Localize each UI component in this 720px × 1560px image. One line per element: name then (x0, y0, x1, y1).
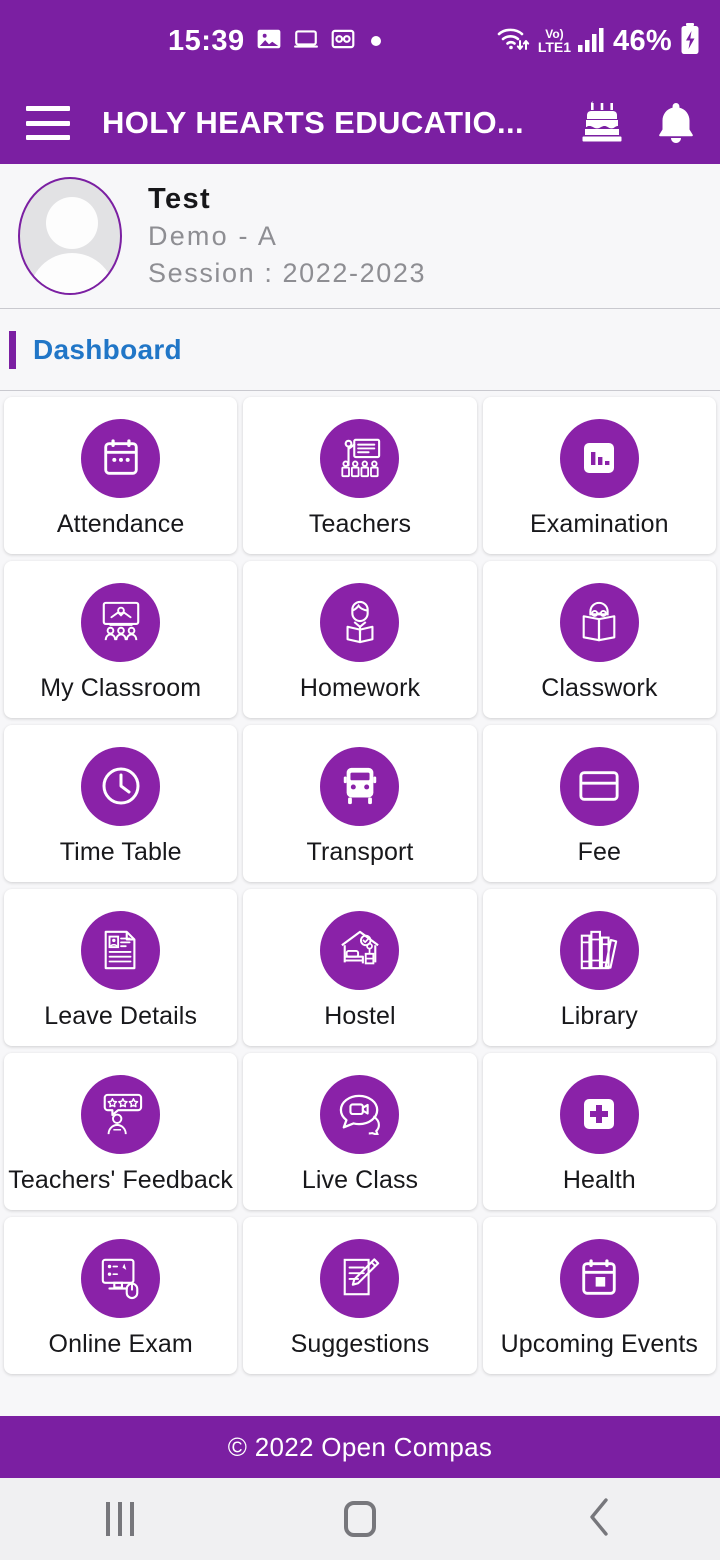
tile-label: Upcoming Events (500, 1329, 699, 1358)
profile-class: Demo - A (148, 221, 279, 252)
footer: © 2022 Open Compas (0, 1416, 720, 1478)
page-title: Dashboard (33, 333, 182, 365)
tile-examination[interactable]: Examination (482, 397, 716, 554)
tile-my-classroom[interactable]: My Classroom (4, 561, 238, 718)
tile-time-table[interactable]: Time Table (4, 725, 238, 882)
status-bar-right: Vo) LTE1 46% (496, 22, 702, 61)
tile-label: Examination (529, 509, 669, 538)
status-bar-left: 15:39 (168, 26, 381, 57)
volte-icon: Vo) LTE1 (538, 28, 571, 54)
tile-label: Classwork (541, 673, 658, 702)
status-time: 15:39 (168, 24, 245, 57)
android-nav-bar (0, 1478, 720, 1560)
back-button[interactable] (545, 1488, 655, 1550)
video-chat-icon (320, 1074, 400, 1154)
tile-label: My Classroom (40, 673, 202, 702)
computer-mouse-icon (81, 1238, 161, 1318)
tile-live-class[interactable]: Live Class (243, 1053, 477, 1210)
hamburger-menu-icon[interactable] (26, 106, 70, 140)
tile-label: Transport (306, 837, 414, 866)
tile-teachers-feedback[interactable]: Teachers' Feedback (4, 1053, 238, 1210)
tile-homework[interactable]: Homework (243, 561, 477, 718)
dashboard-grid: Attendance Teachers Examination My Class… (0, 391, 720, 1416)
profile-name: Test (148, 182, 212, 215)
voicemail-icon (330, 26, 356, 57)
app-root: 15:39 Vo) LTE1 46% HOLY HEARTS EDUCATIO.… (0, 0, 720, 1560)
hostel-bed-icon (320, 910, 400, 990)
battery-charging-icon (678, 22, 702, 61)
app-title: HOLY HEARTS EDUCATIO... (102, 105, 525, 140)
classroom-icon (81, 582, 161, 662)
status-bar: 15:39 Vo) LTE1 46% (0, 0, 720, 82)
tile-label: Live Class (301, 1165, 419, 1194)
tile-teachers[interactable]: Teachers (243, 397, 477, 554)
tile-label: Teachers (308, 509, 412, 538)
default-user-avatar (18, 177, 122, 295)
tile-label: Time Table (59, 837, 182, 866)
avatar-head (46, 197, 98, 249)
app-bar: HOLY HEARTS EDUCATIO... (0, 82, 720, 164)
document-id-icon (81, 910, 161, 990)
tile-label: Health (562, 1165, 636, 1194)
image-icon (256, 26, 282, 57)
hamburger-line (26, 120, 70, 126)
bus-icon (320, 746, 400, 826)
notification-bell-icon[interactable] (652, 99, 700, 147)
tile-health[interactable]: Health (482, 1053, 716, 1210)
hamburger-line (26, 106, 70, 111)
recents-button[interactable] (65, 1488, 175, 1550)
clock-icon (81, 746, 161, 826)
volte-bottom-label: LTE1 (537, 39, 572, 55)
notepad-pencil-icon (320, 1238, 400, 1318)
home-button[interactable] (305, 1488, 415, 1550)
tile-suggestions[interactable]: Suggestions (243, 1217, 477, 1374)
dot-indicator-icon (370, 36, 381, 46)
profile-section[interactable]: Test Demo - A Session : 2022-2023 (0, 164, 720, 309)
signal-bars-icon (577, 25, 607, 58)
dashboard-header: Dashboard (0, 309, 720, 391)
app-bar-actions (578, 99, 700, 147)
calendar-icon (81, 418, 161, 498)
copyright-text: © 2022 Open Compas (227, 1431, 493, 1462)
medical-cross-icon (559, 1074, 639, 1154)
birthday-cake-icon[interactable] (578, 99, 626, 147)
tile-label: Hostel (324, 1001, 396, 1030)
tile-transport[interactable]: Transport (243, 725, 477, 882)
profile-info: Test Demo - A Session : 2022-2023 (148, 181, 426, 292)
profile-session: Session : 2022-2023 (148, 257, 427, 288)
tile-label: Attendance (56, 509, 185, 538)
bar-chart-icon (559, 418, 639, 498)
tile-label: Suggestions (290, 1329, 430, 1358)
credit-card-icon (559, 746, 639, 826)
tile-label: Library (560, 1001, 638, 1030)
teacher-board-icon (320, 418, 400, 498)
tile-online-exam[interactable]: Online Exam (4, 1217, 238, 1374)
hamburger-line (26, 135, 70, 140)
battery-percent: 46% (613, 24, 672, 57)
tile-classwork[interactable]: Classwork (482, 561, 716, 718)
star-feedback-icon (81, 1074, 161, 1154)
tile-label: Online Exam (48, 1329, 193, 1358)
tile-attendance[interactable]: Attendance (4, 397, 238, 554)
tile-leave-details[interactable]: Leave Details (4, 889, 238, 1046)
tile-label: Leave Details (44, 1001, 198, 1030)
student-reading-icon (320, 582, 400, 662)
avatar-body (29, 253, 115, 293)
tile-label: Teachers' Feedback (8, 1165, 234, 1194)
home-icon (344, 1501, 376, 1537)
recents-icon (106, 1502, 134, 1536)
wifi-icon (496, 23, 532, 60)
tile-label: Fee (577, 837, 622, 866)
books-icon (559, 910, 639, 990)
back-chevron-icon (585, 1495, 615, 1544)
open-book-reader-icon (559, 582, 639, 662)
dashboard-accent-bar (9, 330, 16, 369)
tile-library[interactable]: Library (482, 889, 716, 1046)
tile-fee[interactable]: Fee (482, 725, 716, 882)
tile-hostel[interactable]: Hostel (243, 889, 477, 1046)
laptop-icon (293, 26, 319, 57)
tile-label: Homework (299, 673, 421, 702)
tile-upcoming-events[interactable]: Upcoming Events (482, 1217, 716, 1374)
calendar-event-icon (559, 1238, 639, 1318)
